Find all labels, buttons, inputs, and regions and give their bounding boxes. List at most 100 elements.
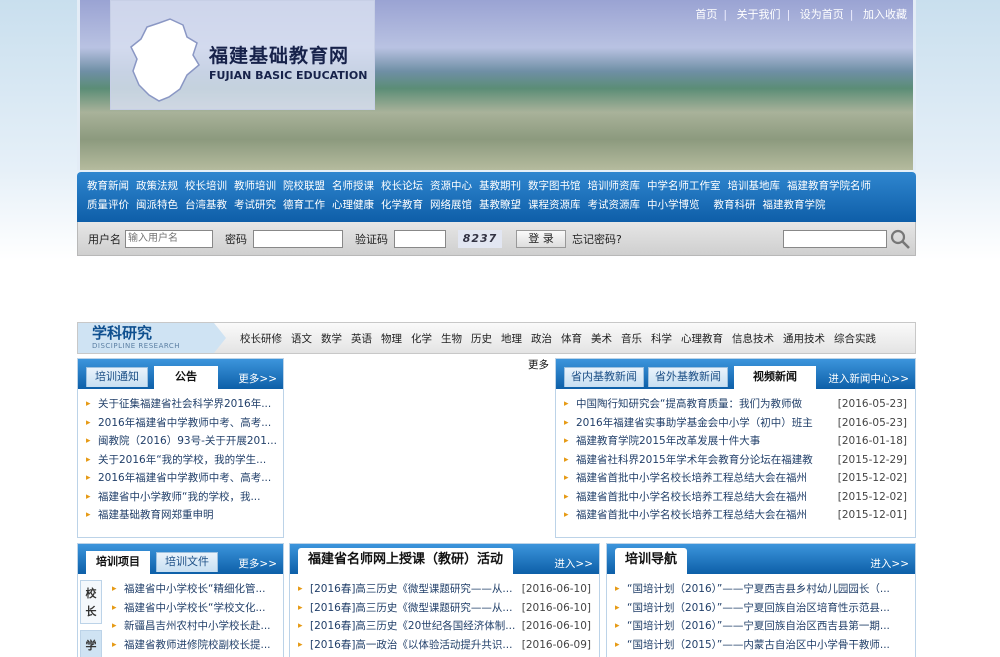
list-item-title[interactable]: 2016年福建省实事助学基金会中小学（初中）班主 <box>576 417 813 429</box>
list-item[interactable]: 2016年福建省中学教师中考、高考... <box>86 469 283 488</box>
home-link[interactable]: 首页 <box>695 8 717 21</box>
nav-link[interactable]: 校长培训 <box>185 178 227 197</box>
nav-link[interactable]: 台湾基教 <box>185 197 227 216</box>
nav-link[interactable]: 校长论坛 <box>381 178 423 197</box>
subject-link[interactable]: 美术 <box>591 331 612 346</box>
list-item[interactable]: 关于征集福建省社会科学界2016年... <box>86 395 283 414</box>
subject-link[interactable]: 信息技术 <box>732 331 774 346</box>
tab-province-news[interactable]: 省内基教新闻 <box>564 367 644 387</box>
list-item[interactable]: 新疆昌吉州农村中小学校长赴... <box>112 617 283 636</box>
nav-link[interactable]: 资源中心 <box>430 178 472 197</box>
tab-training-files[interactable]: 培训文件 <box>156 552 218 572</box>
list-item-title[interactable]: 新疆昌吉州农村中小学校长赴... <box>124 620 271 632</box>
captcha-image[interactable]: 8237 <box>458 229 502 248</box>
list-item-title[interactable]: 中国陶行知研究会“提高教育质量：我们为教师做 <box>576 398 802 410</box>
list-item[interactable]: “国培计划（2016）”——宁夏西吉县乡村幼儿园园长（... <box>615 580 915 599</box>
list-item-title[interactable]: 福建省教师进修院校副校长提... <box>124 639 271 651</box>
list-item[interactable]: 福建省教师进修院校副校长提... <box>112 636 283 655</box>
subject-link[interactable]: 英语 <box>351 331 372 346</box>
list-item[interactable]: 福建基础教育网郑重申明 <box>86 506 283 525</box>
list-item-title[interactable]: 福建省中小学校长“学校文化... <box>124 602 265 614</box>
subject-link[interactable]: 物理 <box>381 331 402 346</box>
list-item[interactable]: “国培计划（2016）”——宁夏回族自治区培育性示范县... <box>615 599 915 618</box>
subject-link[interactable]: 政治 <box>531 331 552 346</box>
list-item-title[interactable]: 福建省首批中小学名校长培养工程总结大会在福州 <box>576 509 807 521</box>
subject-link[interactable]: 历史 <box>471 331 492 346</box>
list-item-title[interactable]: “国培计划（2016）”——宁夏西吉县乡村幼儿园园长（... <box>627 583 890 595</box>
list-item[interactable]: 福建省中小学校长“精细化管... <box>112 580 283 599</box>
nav-link[interactable]: 德育工作 <box>283 197 325 216</box>
login-button[interactable]: 登 录 <box>516 229 566 248</box>
nav-link[interactable]: 中学名师工作室 <box>647 178 721 197</box>
tab-announcement[interactable]: 公告 <box>154 366 218 389</box>
nav-link[interactable]: 教育新闻 <box>87 178 129 197</box>
subject-link[interactable]: 地理 <box>501 331 522 346</box>
nav-link[interactable]: 闽派特色 <box>136 197 178 216</box>
guide-enter-link[interactable]: 进入>> <box>870 556 909 571</box>
nav-link[interactable]: 教育科研 <box>714 197 756 216</box>
list-item-title[interactable]: 关于征集福建省社会科学界2016年... <box>98 398 271 410</box>
nav-link[interactable]: 院校联盟 <box>283 178 325 197</box>
list-item-title[interactable]: 福建省首批中小学名校长培养工程总结大会在福州 <box>576 472 807 484</box>
list-item-title[interactable]: 福建省中小学教师“我的学校，我... <box>98 491 260 503</box>
nav-link[interactable]: 培训师资库 <box>588 178 641 197</box>
nav-link[interactable]: 基教瞭望 <box>479 197 521 216</box>
tab-video-news[interactable]: 视频新闻 <box>734 366 816 389</box>
list-item[interactable]: 福建省中小学校长“学校文化... <box>112 599 283 618</box>
nav-link[interactable]: 教师培训 <box>234 178 276 197</box>
list-item-title[interactable]: “国培计划（2016）”——宁夏回族自治区培育性示范县... <box>627 602 890 614</box>
list-item[interactable]: 2016年福建省实事助学基金会中小学（初中）班主 [2016-05-23] <box>564 414 915 433</box>
nav-link[interactable]: 心理健康 <box>332 197 374 216</box>
nav-link[interactable]: 中小学博览 <box>647 197 700 216</box>
nav-link[interactable]: 质量评价 <box>87 197 129 216</box>
list-item[interactable]: 福建省社科界2015年学术年会教育分论坛在福建教 [2015-12-29] <box>564 451 915 470</box>
tab-outside-news[interactable]: 省外基教新闻 <box>648 367 728 387</box>
add-favorite-link[interactable]: 加入收藏 <box>863 8 907 21</box>
captcha-field[interactable] <box>394 229 446 248</box>
list-item-title[interactable]: 2016年福建省中学教师中考、高考... <box>98 472 271 484</box>
subject-link[interactable]: 综合实践 <box>834 331 876 346</box>
list-item-title[interactable]: “国培计划（2015）”——内蒙古自治区中小学骨干教师... <box>627 639 890 651</box>
search-input[interactable] <box>783 230 887 248</box>
forgot-password-link[interactable]: 忘记密码? <box>572 231 622 247</box>
list-item[interactable]: 福建省首批中小学名校长培养工程总结大会在福州 [2015-12-01] <box>564 506 915 525</box>
tab-training-projects[interactable]: 培训项目 <box>86 551 150 574</box>
set-homepage-link[interactable]: 设为首页 <box>800 8 844 21</box>
list-item[interactable]: 福建省首批中小学名校长培养工程总结大会在福州 [2015-12-02] <box>564 488 915 507</box>
nav-link[interactable]: 网络展馆 <box>430 197 472 216</box>
notice-more-link[interactable]: 更多>> <box>238 371 277 386</box>
list-item-title[interactable]: 闽教院（2016）93号-关于开展201... <box>98 435 277 447</box>
nav-link[interactable]: 化学教育 <box>381 197 423 216</box>
subject-link[interactable]: 语文 <box>291 331 312 346</box>
list-item[interactable]: [2016春]高三历史《20世纪各国经济体制... [2016-06-10] <box>298 617 599 636</box>
nav-link[interactable]: 培训基地库 <box>728 178 781 197</box>
tab-training-notice[interactable]: 培训通知 <box>86 367 148 387</box>
list-item[interactable]: 福建教育学院2015年改革发展十件大事 [2016-01-18] <box>564 432 915 451</box>
list-item-title[interactable]: 福建省首批中小学名校长培养工程总结大会在福州 <box>576 491 807 503</box>
subject-link[interactable]: 音乐 <box>621 331 642 346</box>
username-field[interactable] <box>125 229 213 248</box>
list-item-title[interactable]: 福建基础教育网郑重申明 <box>98 509 214 521</box>
subject-link[interactable]: 体育 <box>561 331 582 346</box>
site-logo[interactable]: 福建基础教育网 FUJIAN BASIC EDUCATION <box>110 0 375 110</box>
nav-link[interactable]: 政策法规 <box>136 178 178 197</box>
list-item[interactable]: 福建省首批中小学名校长培养工程总结大会在福州 [2015-12-02] <box>564 469 915 488</box>
side-tab-principal[interactable]: 校长 <box>80 580 102 624</box>
nav-link[interactable]: 考试资源库 <box>588 197 641 216</box>
nav-link[interactable]: 课程资源库 <box>528 197 581 216</box>
subject-link[interactable]: 心理教育 <box>681 331 723 346</box>
list-item-title[interactable]: [2016春]高三历史《微型课题研究——从... <box>310 602 512 614</box>
nav-link[interactable]: 福建教育学院名师 <box>787 178 871 197</box>
teacher-enter-link[interactable]: 进入>> <box>554 556 593 571</box>
list-item[interactable]: 关于2016年“我的学校，我的学生... <box>86 451 283 470</box>
list-item-title[interactable]: [2016春]高三历史《20世纪各国经济体制... <box>310 620 515 632</box>
password-field[interactable] <box>253 229 343 248</box>
side-tab-other[interactable]: 学 <box>80 630 102 657</box>
about-link[interactable]: 关于我们 <box>737 8 781 21</box>
list-item-title[interactable]: 关于2016年“我的学校，我的学生... <box>98 454 266 466</box>
subject-link[interactable]: 数学 <box>321 331 342 346</box>
nav-link[interactable]: 福建教育学院 <box>763 197 826 216</box>
list-item[interactable]: [2016春]高一政治《以体验活动提升共识... [2016-06-09] <box>298 636 599 655</box>
training-more-link[interactable]: 更多>> <box>238 556 277 571</box>
list-item-title[interactable]: 福建省中小学校长“精细化管... <box>124 583 265 595</box>
